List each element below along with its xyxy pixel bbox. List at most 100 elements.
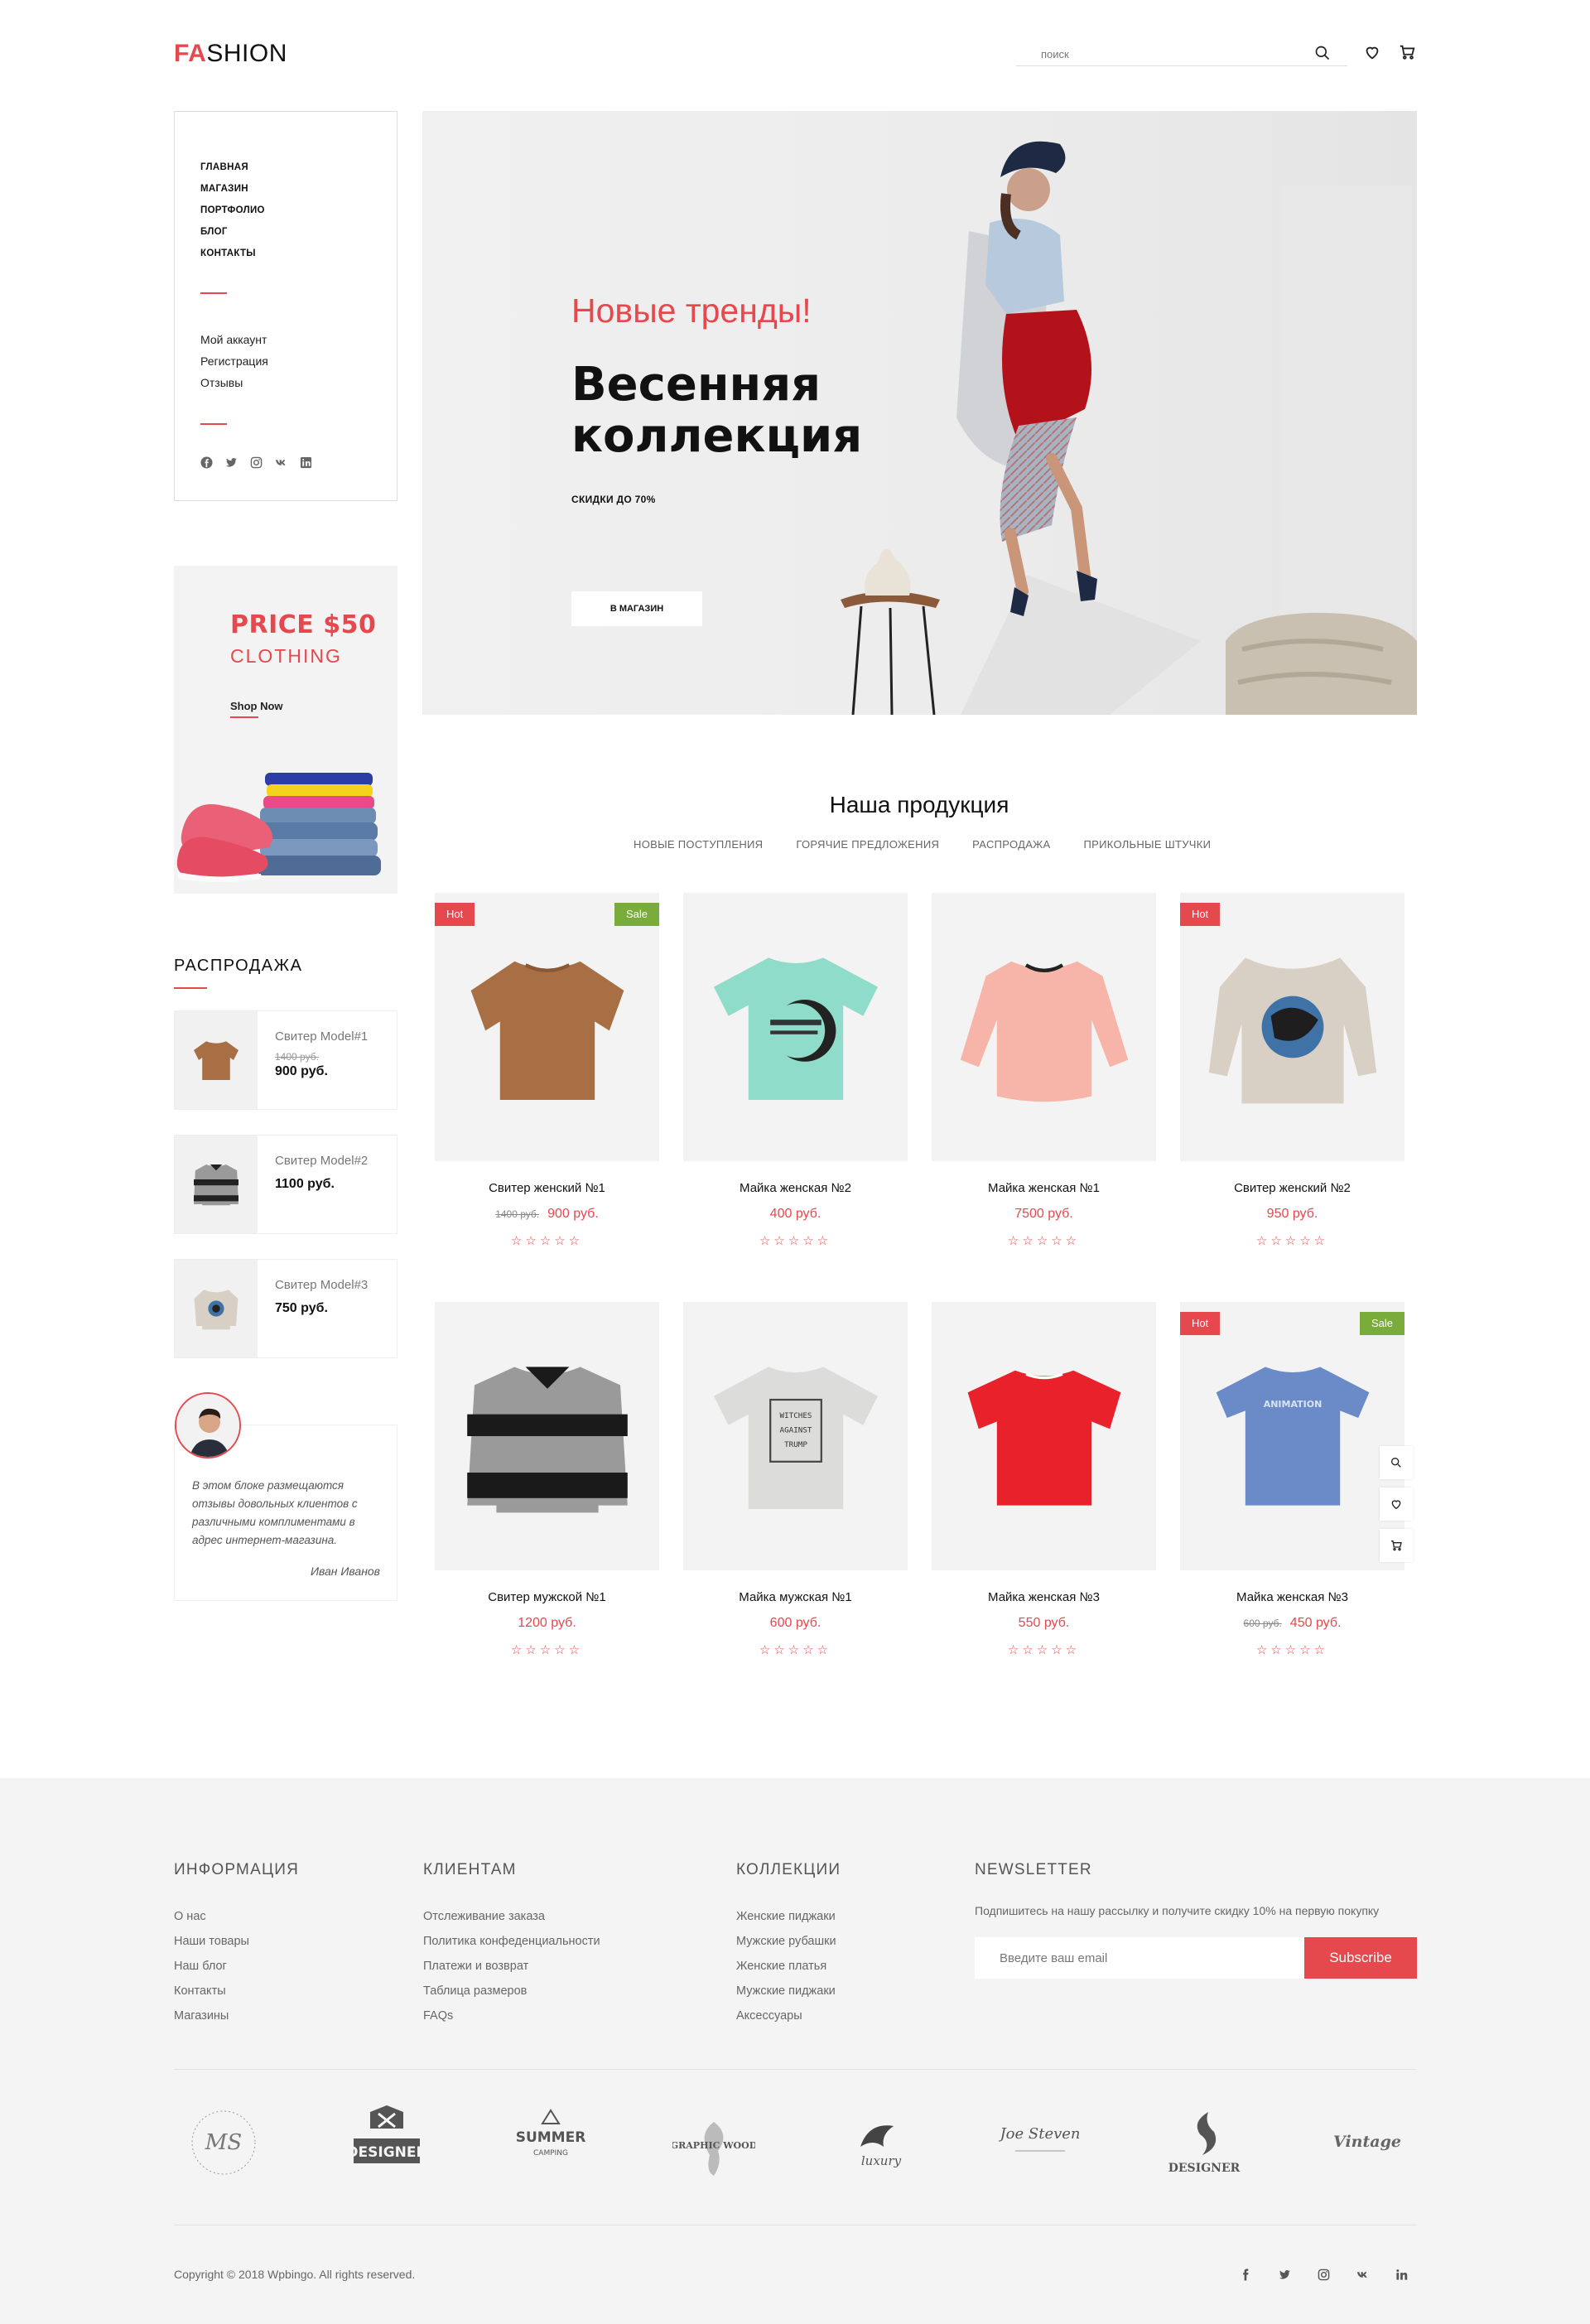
tab-fun-stuff[interactable]: ПРИКОЛЬНЫЕ ШТУЧКИ — [1083, 838, 1211, 851]
reviews-link[interactable]: Отзывы — [200, 372, 268, 393]
footer-column-title: ИНФОРМАЦИЯ — [174, 1861, 299, 1878]
add-to-cart-icon[interactable] — [1380, 1529, 1413, 1562]
footer-link[interactable]: Контакты — [174, 1979, 299, 2003]
footer-link[interactable]: Платежи и возврат — [423, 1954, 600, 1979]
product-name[interactable]: Майка мужская №1 — [683, 1590, 908, 1604]
menu-item-portfolio[interactable]: ПОРТФОЛИО — [200, 200, 265, 221]
account-link[interactable]: Мой аккаунт — [200, 329, 268, 350]
product-tabs: НОВЫЕ ПОСТУПЛЕНИЯ ГОРЯЧИЕ ПРЕДЛОЖЕНИЯ РА… — [634, 838, 1211, 851]
menu-item-contacts[interactable]: КОНТАКТЫ — [200, 243, 265, 264]
footer-link[interactable]: Магазины — [174, 2003, 299, 2028]
product-name[interactable]: Майка женская №1 — [932, 1181, 1156, 1195]
sale-item[interactable]: Свитер Model#1 1400 руб. 900 руб. — [174, 1010, 398, 1110]
footer-link[interactable]: Мужские пиджаки — [736, 1979, 841, 2003]
brand-logo[interactable]: DESIGNER — [337, 2097, 436, 2188]
main-menu: ГЛАВНАЯ МАГАЗИН ПОРТФОЛИО БЛОГ КОНТАКТЫ — [200, 157, 265, 264]
instagram-icon[interactable] — [1318, 2269, 1330, 2285]
vk-icon[interactable] — [1356, 2269, 1369, 2285]
promo-banner[interactable]: PRICE $50 CLOTHING Shop Now — [174, 566, 398, 894]
wishlist-icon[interactable] — [1363, 43, 1383, 63]
search-bar — [1016, 43, 1347, 66]
footer-link[interactable]: Женские пиджаки — [736, 1904, 841, 1929]
subscribe-button[interactable]: Subscribe — [1304, 1937, 1417, 1979]
product-name[interactable]: Свитер мужской №1 — [435, 1590, 659, 1604]
footer-link[interactable]: Политика конфеденциальности — [423, 1929, 600, 1954]
newsletter-column: NEWSLETTER Подпишитесь на нашу рассылку … — [975, 1861, 1590, 1979]
vk-icon[interactable] — [275, 456, 287, 473]
menu-item-home[interactable]: ГЛАВНАЯ — [200, 157, 265, 178]
search-icon[interactable] — [1314, 45, 1332, 63]
brand-logo[interactable]: Joe Steven — [990, 2097, 1090, 2188]
hero-shop-button[interactable]: В МАГАЗИН — [571, 591, 702, 626]
footer-link[interactable]: Таблица размеров — [423, 1979, 600, 2003]
brand-logo[interactable]: DESIGNER — [1154, 2097, 1254, 2188]
promo-shop-now-link[interactable]: Shop Now — [230, 700, 283, 718]
footer-link[interactable]: Женские платья — [736, 1954, 841, 1979]
product-image[interactable] — [435, 1302, 659, 1570]
brand-logo[interactable]: SUMMER CAMPING — [501, 2097, 600, 2188]
sale-item-name[interactable]: Свитер Model#1 — [275, 1029, 368, 1044]
product-card[interactable]: Свитер мужской №1 1200 руб. ☆☆☆☆☆ — [435, 1302, 659, 1657]
tab-hot-offers[interactable]: ГОРЯЧИЕ ПРЕДЛОЖЕНИЯ — [796, 838, 939, 851]
product-price: 400 руб. — [769, 1207, 822, 1221]
product-name[interactable]: Свитер женский №1 — [435, 1181, 659, 1195]
product-image[interactable] — [932, 893, 1156, 1161]
sale-item-price: 1100 руб. — [275, 1177, 335, 1191]
sale-item-name[interactable]: Свитер Model#2 — [275, 1154, 368, 1168]
twitter-icon[interactable] — [225, 456, 238, 473]
twitter-icon[interactable] — [1279, 2269, 1291, 2285]
product-image[interactable]: WITCHES AGAINST TRUMP — [683, 1302, 908, 1570]
facebook-icon[interactable] — [200, 456, 213, 473]
product-image[interactable]: Hot Sale — [435, 893, 659, 1161]
brand-logo[interactable]: MS — [174, 2097, 273, 2188]
footer-link[interactable]: Аксессуары — [736, 2003, 841, 2028]
cart-icon[interactable] — [1398, 43, 1418, 63]
sale-item-name[interactable]: Свитер Model#3 — [275, 1278, 368, 1292]
sale-item[interactable]: Свитер Model#2 1100 руб. — [174, 1135, 398, 1234]
product-thumbnail[interactable] — [175, 1135, 258, 1233]
footer-link[interactable]: Мужские рубашки — [736, 1929, 841, 1954]
product-card[interactable]: Hot Свитер женский №2 950 руб. ☆☆☆☆☆ — [1180, 893, 1404, 1248]
tab-new-arrivals[interactable]: НОВЫЕ ПОСТУПЛЕНИЯ — [634, 838, 763, 851]
product-thumbnail[interactable] — [175, 1260, 258, 1357]
product-image[interactable]: Hot — [1180, 893, 1404, 1161]
email-field[interactable] — [975, 1937, 1304, 1979]
sale-item[interactable]: Свитер Model#3 750 руб. — [174, 1259, 398, 1358]
copyright: Copyright © 2018 Wpbingo. All rights res… — [174, 2268, 416, 2281]
footer-link[interactable]: Наш блог — [174, 1954, 299, 1979]
footer-link[interactable]: FAQs — [423, 2003, 600, 2028]
footer-link[interactable]: Отслеживание заказа — [423, 1904, 600, 1929]
instagram-icon[interactable] — [250, 456, 263, 473]
linkedin-icon[interactable] — [1395, 2269, 1408, 2285]
register-link[interactable]: Регистрация — [200, 350, 268, 372]
product-image[interactable]: Hot Sale ANIMATION — [1180, 1302, 1413, 1570]
menu-item-shop[interactable]: МАГАЗИН — [200, 178, 265, 200]
product-card[interactable]: Майка женская №1 7500 руб. ☆☆☆☆☆ — [932, 893, 1156, 1248]
menu-item-blog[interactable]: БЛОГ — [200, 221, 265, 243]
linkedin-icon[interactable] — [300, 456, 312, 473]
product-card[interactable]: WITCHES AGAINST TRUMP Майка мужская №1 600… — [683, 1302, 908, 1657]
brand-logo[interactable]: luxury — [827, 2097, 927, 2188]
brand-logo[interactable]: Vintage — [1318, 2097, 1417, 2188]
product-image[interactable] — [932, 1302, 1156, 1570]
product-card[interactable]: Майка женская №3 550 руб. ☆☆☆☆☆ — [932, 1302, 1156, 1657]
product-card[interactable]: Hot Sale Свитер женский №1 1400 руб. 900 … — [435, 893, 659, 1248]
facebook-icon[interactable] — [1240, 2269, 1252, 2285]
product-card[interactable]: Майка женская №2 400 руб. ☆☆☆☆☆ — [683, 893, 908, 1248]
product-name[interactable]: Свитер женский №2 — [1180, 1181, 1404, 1195]
product-name[interactable]: Майка женская №3 — [932, 1590, 1156, 1604]
product-thumbnail[interactable] — [175, 1011, 258, 1109]
footer-link[interactable]: Наши товары — [174, 1929, 299, 1954]
brand-logo[interactable]: GRAPHIC WOOD — [664, 2097, 764, 2188]
site-logo[interactable]: FASHION — [174, 40, 287, 68]
tab-sale[interactable]: РАСПРОДАЖА — [972, 838, 1050, 851]
add-to-wishlist-icon[interactable] — [1380, 1487, 1413, 1521]
product-card[interactable]: Hot Sale ANIMATION Майка женская №3 600 … — [1180, 1302, 1413, 1657]
footer-link[interactable]: О нас — [174, 1904, 299, 1929]
hot-badge: Hot — [1180, 903, 1221, 926]
quick-view-icon[interactable] — [1380, 1446, 1413, 1479]
product-name[interactable]: Майка женская №2 — [683, 1181, 908, 1195]
search-input[interactable] — [1016, 43, 1298, 65]
product-image[interactable] — [683, 893, 908, 1161]
product-name[interactable]: Майка женская №3 — [1180, 1590, 1404, 1604]
